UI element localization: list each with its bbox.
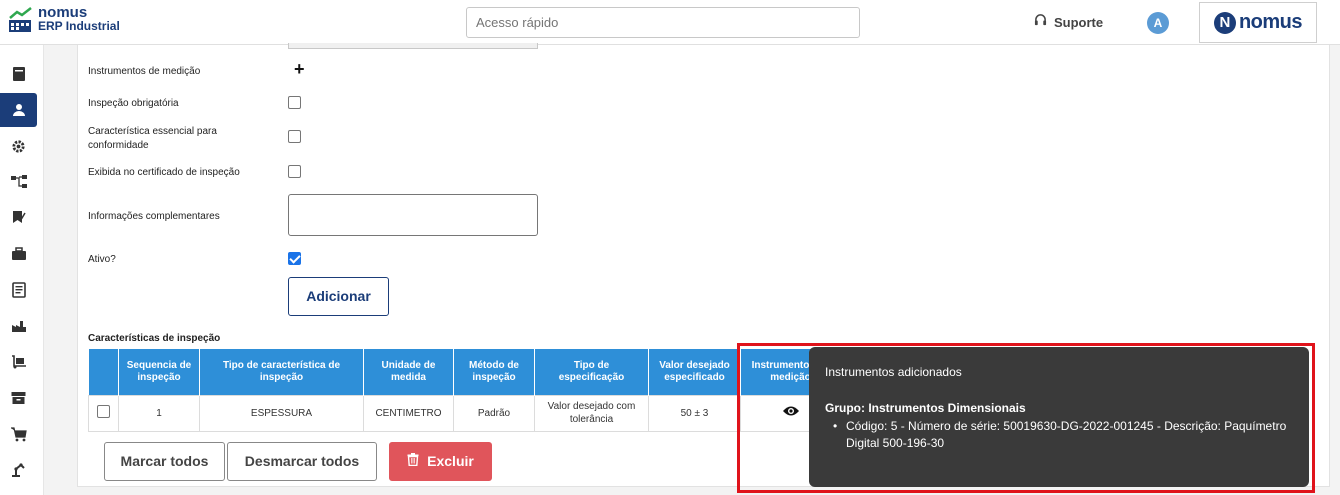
bullet-icon: • — [833, 419, 838, 433]
sidebar — [0, 45, 44, 495]
factory-icon — [11, 321, 26, 332]
cell-spec-type: Valor desejado com tolerância — [534, 394, 649, 432]
trash-icon — [407, 443, 419, 480]
inspection-table: Sequencia de inspeção Tipo de caracterís… — [88, 349, 841, 432]
book-icon — [12, 67, 25, 81]
sidebar-item-business[interactable] — [0, 237, 37, 271]
row-select-checkbox[interactable] — [97, 404, 110, 418]
cell-sequence: 1 — [118, 394, 200, 432]
delete-label: Excluir — [427, 453, 474, 469]
sidebar-item-users[interactable] — [0, 93, 37, 127]
cart-icon — [10, 426, 27, 441]
quick-access-input[interactable] — [466, 7, 860, 38]
brand-wordmark: nomus — [1238, 11, 1303, 33]
inspection-required-label: Inspeção obrigatória — [88, 98, 179, 109]
sidebar-item-quality[interactable] — [0, 201, 37, 235]
table-header-row: Sequencia de inspeção Tipo de caracterís… — [88, 349, 841, 395]
sidebar-item-documents[interactable] — [0, 273, 37, 307]
brand-mark: N — [1213, 11, 1236, 34]
shown-in-cert-checkbox[interactable] — [288, 165, 301, 178]
tooltip-group: Grupo: Instrumentos Dimensionais — [825, 401, 1026, 415]
inspection-required-checkbox[interactable] — [288, 96, 301, 109]
table-title: Características de inspeção — [88, 333, 221, 344]
app-logo[interactable]: nomus ERP Industrial — [8, 4, 120, 38]
header-spec-type[interactable]: Tipo de especificação — [534, 349, 649, 395]
cell-characteristic-type: ESPESSURA — [199, 394, 364, 432]
top-bar: nomus ERP Industrial Suporte A N nomus — [0, 0, 1340, 45]
logo-subtitle: ERP Industrial — [38, 19, 120, 33]
briefcase-icon — [11, 247, 26, 260]
tooltip-list: • Código: 5 - Número de série: 50019630-… — [825, 418, 1293, 452]
table-row: 1 ESPESSURA CENTIMETRO Padrão Valor dese… — [88, 394, 841, 432]
flag-check-icon — [12, 211, 26, 223]
logo-title: nomus — [38, 4, 88, 21]
previous-field[interactable] — [288, 43, 538, 49]
sidebar-item-production[interactable] — [0, 309, 37, 343]
add-instrument-button[interactable]: + — [294, 59, 305, 80]
tooltip-title: Instrumentos adicionados — [825, 365, 962, 379]
support-link[interactable]: Suporte — [1034, 14, 1103, 30]
company-logo: N nomus — [1199, 2, 1317, 43]
active-checkbox[interactable] — [288, 252, 301, 265]
tooltip-list-item: • Código: 5 - Número de série: 50019630-… — [833, 418, 1293, 452]
row-select-cell — [88, 394, 119, 432]
instruments-label: Instrumentos de medição — [88, 66, 201, 77]
sidebar-item-settings[interactable] — [0, 129, 37, 163]
mark-all-button[interactable]: Marcar todos — [104, 442, 225, 481]
header-select — [88, 349, 119, 395]
complementary-textarea[interactable] — [288, 194, 538, 236]
robot-arm-icon — [11, 463, 25, 477]
active-label: Ativo? — [88, 254, 116, 265]
archive-icon — [11, 392, 26, 404]
sidebar-item-books[interactable] — [0, 57, 37, 91]
add-button[interactable]: Adicionar — [288, 277, 389, 316]
sidebar-item-engineering[interactable] — [0, 453, 37, 487]
instruments-tooltip: Instrumentos adicionados Grupo: Instrume… — [809, 347, 1309, 487]
header-unit[interactable]: Unidade de medida — [363, 349, 454, 395]
dolly-icon — [11, 355, 26, 369]
support-label: Suporte — [1054, 14, 1104, 30]
user-icon — [12, 104, 25, 116]
shown-in-cert-label: Exibida no certificado de inspeção — [88, 167, 240, 178]
sidebar-item-sales[interactable] — [0, 417, 37, 451]
tooltip-item-text: Código: 5 - Número de série: 50019630-DG… — [846, 419, 1287, 450]
header-value[interactable]: Valor desejado especificado — [648, 349, 741, 395]
gear-icon — [12, 139, 25, 153]
sidebar-item-inventory[interactable] — [0, 381, 37, 415]
headset-icon — [1034, 14, 1047, 30]
cell-method: Padrão — [453, 394, 535, 432]
unmark-all-button[interactable]: Desmarcar todos — [227, 442, 377, 481]
cell-unit: CENTIMETRO — [363, 394, 454, 432]
document-icon — [11, 282, 26, 298]
essential-label: Característica essencial para conformida… — [88, 126, 217, 151]
essential-checkbox[interactable] — [288, 130, 301, 143]
cell-value: 50 ± 3 — [648, 394, 741, 432]
header-method[interactable]: Método de inspeção — [453, 349, 535, 395]
avatar[interactable]: A — [1147, 12, 1169, 34]
complementary-label: Informações complementares — [88, 211, 220, 222]
flow-icon — [10, 175, 27, 188]
header-sequence[interactable]: Sequencia de inspeção — [118, 349, 200, 395]
logo-factory-icon — [8, 6, 34, 34]
header-characteristic-type[interactable]: Tipo de característica de inspeção — [199, 349, 364, 395]
delete-button[interactable]: Excluir — [389, 442, 492, 481]
sidebar-item-flow[interactable] — [0, 165, 37, 199]
sidebar-item-logistics[interactable] — [0, 345, 37, 379]
